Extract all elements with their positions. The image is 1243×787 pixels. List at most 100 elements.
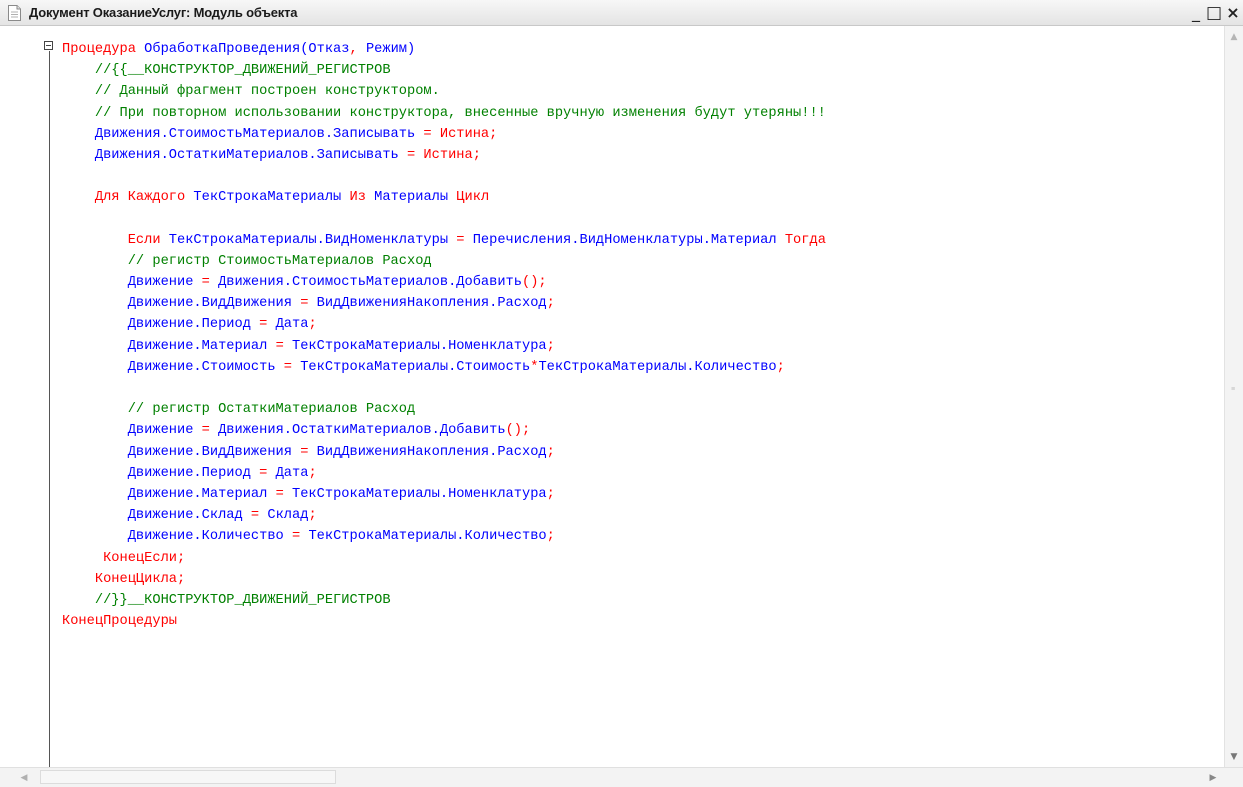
window-title: Документ ОказаниеУслуг: Модуль объекта [29, 5, 298, 20]
code-token: ; [546, 296, 555, 312]
code-token: Движение [62, 275, 202, 291]
code-token: Движение.Период [62, 465, 260, 481]
code-line: // регистр СтоимостьМатериалов Расход [62, 251, 826, 272]
scroll-thumb-grip-icon[interactable]: ≡ [1231, 386, 1235, 394]
code-token: Движение.Стоимость [62, 359, 284, 375]
code-token: КонецЦикла [62, 571, 177, 587]
code-line: Если ТекСтрокаМатериалы.ВидНоменклатуры … [62, 230, 826, 251]
code-token: = [259, 317, 276, 333]
code-token: ; [308, 465, 317, 481]
code-token: Если [62, 232, 169, 248]
code-token: Дата [275, 465, 309, 481]
code-line: //{{__КОНСТРУКТОР_ДВИЖЕНИЙ_РЕГИСТРОВ [62, 60, 826, 81]
code-token: ; [776, 359, 785, 375]
code-token: КонецЕсли [62, 550, 177, 566]
code-token: = [275, 486, 292, 502]
code-token: Движения.ОстаткиМатериалов.Добавить [218, 423, 506, 439]
code-token: = [201, 423, 219, 439]
code-token: ; [546, 338, 555, 354]
code-token: ; [308, 508, 317, 524]
code-token: Движение.Количество [62, 529, 292, 545]
code-token: Движения.СтоимостьМатериалов.Записывать [62, 126, 424, 142]
horizontal-scroll-thumb[interactable] [40, 770, 336, 784]
code-token: Перечисления.ВидНоменклатуры.Материал [472, 232, 785, 248]
code-token: Склад [267, 508, 309, 524]
code-line: Движение = Движения.СтоимостьМатериалов.… [62, 272, 826, 293]
code-token: = [423, 126, 440, 142]
code-token: ВидДвиженияНакопления.Расход [316, 444, 547, 460]
code-line: Движение.Период = Дата; [62, 314, 826, 335]
code-token: // При повторном использовании конструкт… [62, 105, 826, 121]
code-line: Движения.ОстаткиМатериалов.Записывать = … [62, 145, 826, 166]
code-token: Движение.Склад [62, 508, 251, 524]
code-line: Движение.ВидДвижения = ВидДвиженияНакопл… [62, 293, 826, 314]
code-token: Движения.СтоимостьМатериалов.Добавить [218, 275, 522, 291]
code-token: (); [505, 423, 531, 439]
code-line: Движение.Материал = ТекСтрокаМатериалы.Н… [62, 484, 826, 505]
code-token: Режим) [365, 42, 416, 57]
code-token: ; [177, 571, 186, 587]
code-token: Движение.Материал [62, 338, 276, 354]
close-button[interactable]: × [1223, 2, 1243, 24]
code-token: ТекСтрокаМатериалы.ВидНоменклатуры [168, 232, 457, 248]
code-editor[interactable]: Процедура ОбработкаПроведения(Отказ, Реж… [0, 26, 1243, 767]
code-token: КонецПроцедуры [62, 614, 177, 630]
code-token: //{{__КОНСТРУКТОР_ДВИЖЕНИЙ_РЕГИСТРОВ [62, 63, 391, 79]
code-token: = [275, 338, 292, 354]
code-line: Движения.СтоимостьМатериалов.Записывать … [62, 124, 826, 145]
horizontal-scrollbar[interactable]: ◀ ▶ [0, 767, 1243, 787]
code-token: Материалы [374, 190, 457, 206]
code-line: Движение.Количество = ТекСтрокаМатериалы… [62, 526, 826, 547]
code-token: Тогда [784, 232, 826, 248]
scroll-down-icon[interactable]: ▼ [1229, 752, 1239, 762]
code-line: Движение.Склад = Склад; [62, 505, 826, 526]
code-token: = [283, 359, 301, 375]
document-icon [8, 5, 21, 21]
code-token: // регистр ОстаткиМатериалов Расход [62, 402, 416, 418]
code-line: Движение.Материал = ТекСтрокаМатериалы.Н… [62, 336, 826, 357]
code-token: = [406, 147, 424, 163]
code-line: // регистр ОстаткиМатериалов Расход [62, 399, 826, 420]
fold-guide-line [49, 51, 50, 767]
code-token: Движение.Материал [62, 486, 276, 502]
code-token: = [259, 465, 276, 481]
code-token: ТекСтрокаМатериалы.Номенклатура [292, 338, 547, 354]
scroll-left-icon[interactable]: ◀ [18, 772, 30, 784]
code-token: ТекСтрокаМатериалы [193, 190, 350, 206]
minimize-button[interactable]: _ [1186, 2, 1206, 24]
code-line: // Данный фрагмент построен конструкторо… [62, 81, 826, 102]
code-line: Процедура ОбработкаПроведения(Отказ, Реж… [62, 39, 826, 60]
code-token: = [250, 508, 268, 524]
code-line: Движение.Стоимость = ТекСтрокаМатериалы.… [62, 357, 826, 378]
code-text[interactable]: Процедура ОбработкаПроведения(Отказ, Реж… [62, 39, 826, 632]
code-line: КонецЦикла; [62, 569, 826, 590]
title-bar[interactable]: Документ ОказаниеУслуг: Модуль объекта _… [0, 0, 1243, 26]
code-token: ; [546, 486, 555, 502]
vertical-scrollbar[interactable]: ▲ ≡ ▼ [1224, 26, 1243, 767]
code-token: = [456, 232, 473, 248]
code-line: //}}__КОНСТРУКТОР_ДВИЖЕНИЙ_РЕГИСТРОВ [62, 590, 826, 611]
code-token: Истина [439, 126, 490, 142]
code-line: Движение.Период = Дата; [62, 463, 826, 484]
collapse-icon[interactable] [44, 41, 53, 50]
module-window: Документ ОказаниеУслуг: Модуль объекта _… [0, 0, 1243, 787]
maximize-button[interactable]: □ [1204, 2, 1224, 24]
code-token: // регистр СтоимостьМатериалов Расход [62, 253, 432, 269]
code-token: //}}__КОНСТРУКТОР_ДВИЖЕНИЙ_РЕГИСТРОВ [62, 592, 391, 608]
code-token: Истина [423, 147, 473, 163]
code-token: ТекСтрокаМатериалы.Стоимость [300, 359, 531, 375]
scroll-right-icon[interactable]: ▶ [1207, 772, 1219, 784]
code-token: ТекСтрокаМатериалы.Количество [538, 359, 777, 375]
code-line: Движение.ВидДвижения = ВидДвиженияНакопл… [62, 442, 826, 463]
code-line: // При повторном использовании конструкт… [62, 103, 826, 124]
code-line: КонецЕсли; [62, 548, 826, 569]
code-token: ; [308, 317, 317, 333]
code-token: Из [349, 190, 375, 206]
scroll-up-icon[interactable]: ▲ [1229, 32, 1239, 42]
code-token: (); [522, 275, 547, 291]
code-token: = [300, 444, 317, 460]
code-token: // Данный фрагмент построен конструкторо… [62, 84, 440, 100]
